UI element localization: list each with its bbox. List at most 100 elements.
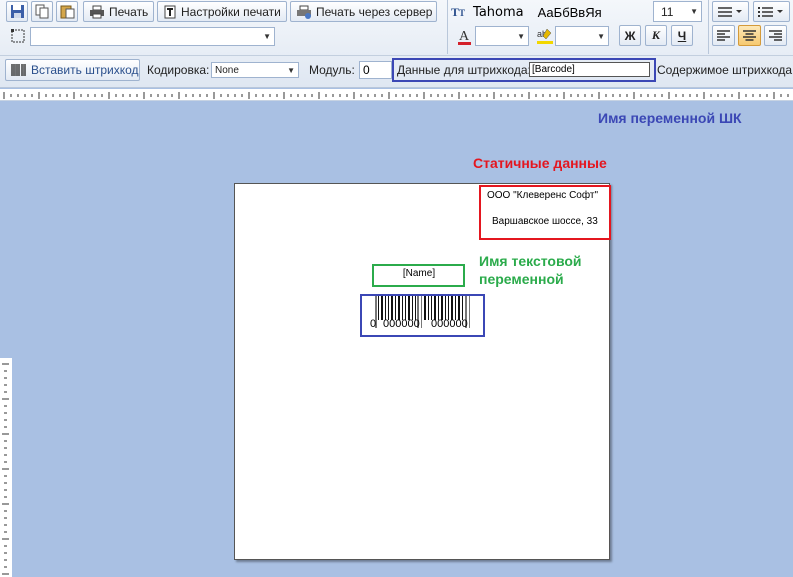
toolbar-separator xyxy=(0,55,793,56)
barcode-bar xyxy=(408,296,410,320)
highlight-color-select[interactable]: ▼ xyxy=(555,26,609,46)
barcode-bar xyxy=(424,296,426,320)
company-text[interactable]: ООО "Клеверенс Софт" xyxy=(487,190,598,201)
font-name-select[interactable]: TT Tahoma АаБбВвЯя xyxy=(451,2,647,22)
barcode-bar xyxy=(455,296,456,320)
print-label: Печать xyxy=(109,4,149,19)
text-color-select[interactable]: ▼ xyxy=(475,26,529,46)
address-text[interactable]: Варшавское шоссе, 33 xyxy=(492,216,598,227)
vertical-ruler xyxy=(0,358,12,577)
barcode-bar xyxy=(378,296,379,320)
chevron-down-icon: ▼ xyxy=(690,7,698,16)
align-right-icon xyxy=(769,30,782,41)
server-print-button[interactable]: Печать через сервер xyxy=(290,1,437,22)
group-divider xyxy=(447,0,448,54)
barcode-bar xyxy=(381,296,383,320)
print-settings-icon xyxy=(164,5,176,18)
print-settings-button[interactable]: Настройки печати xyxy=(157,1,287,22)
bullet-list-button[interactable] xyxy=(712,1,749,22)
bullet-list-icon xyxy=(718,6,742,17)
text-color-icon: A xyxy=(458,29,471,45)
align-center-button[interactable] xyxy=(738,25,761,46)
encoding-label: Кодировка: xyxy=(147,63,210,77)
highlight-color-button[interactable]: ab xyxy=(535,26,555,46)
barcode-bar xyxy=(458,296,460,320)
barcode-bar xyxy=(434,296,436,320)
print-settings-label: Настройки печати xyxy=(181,4,281,19)
font-preview: АаБбВвЯя xyxy=(537,4,602,20)
truetype-font-icon: TT xyxy=(451,4,466,19)
barcode-digits-right: 000000 xyxy=(431,318,468,330)
bold-label: Ж xyxy=(624,28,636,43)
encoding-value: None xyxy=(215,64,239,76)
barcode-bar xyxy=(441,296,443,320)
barcode-bar xyxy=(448,296,449,320)
module-label: Модуль: xyxy=(309,63,355,77)
barcode-bar xyxy=(395,296,396,320)
barcode-bar xyxy=(469,296,470,328)
barcode-bar xyxy=(445,296,446,320)
save-button[interactable] xyxy=(6,1,28,22)
barcode-bar xyxy=(402,296,403,320)
barcode-icon xyxy=(11,64,26,76)
horizontal-ruler xyxy=(0,89,793,101)
font-size-value: 11 xyxy=(661,4,674,19)
barcode-bar xyxy=(405,296,406,320)
barcode-bar xyxy=(391,296,393,320)
frame-select-icon[interactable] xyxy=(10,28,26,44)
underline-button[interactable]: Ч xyxy=(671,25,693,46)
object-select[interactable]: ▼ xyxy=(30,27,275,46)
barcode-content-label: Содержимое штрихкода: xyxy=(657,63,793,77)
numbered-list-icon xyxy=(758,6,783,17)
font-name: Tahoma xyxy=(473,4,524,20)
barcode-bar xyxy=(462,296,463,320)
align-left-icon xyxy=(717,30,730,41)
insert-barcode-label: Вставить штрихкод xyxy=(31,63,139,77)
align-center-icon xyxy=(743,30,756,41)
bold-button[interactable]: Ж xyxy=(619,25,641,46)
barcode-digits-left: 000000 xyxy=(383,318,420,330)
barcode-bar xyxy=(451,296,453,320)
italic-label: К xyxy=(651,28,661,42)
barcode-data-label: Данные для штрихкода: xyxy=(397,63,531,77)
paste-icon xyxy=(60,5,75,19)
chevron-down-icon: ▼ xyxy=(597,31,605,41)
copy-button[interactable] xyxy=(31,1,53,22)
barcode-image[interactable]: 0 000000 000000 xyxy=(365,296,480,334)
barcode-digit-prefix: 0 xyxy=(370,318,376,330)
barcode-bar xyxy=(431,296,432,320)
barcode-bar xyxy=(421,296,422,328)
barcode-bar xyxy=(415,296,416,320)
chevron-down-icon: ▼ xyxy=(263,32,271,41)
insert-barcode-button[interactable]: Вставить штрихкод xyxy=(5,59,140,81)
chevron-down-icon: ▼ xyxy=(287,65,295,75)
text-color-button[interactable]: A xyxy=(455,26,475,46)
name-field[interactable]: [Name] xyxy=(384,268,454,282)
barcode-bar xyxy=(438,296,439,320)
server-printer-icon xyxy=(297,5,311,19)
font-size-select[interactable]: 11 ▼ xyxy=(653,1,702,22)
server-print-label: Печать через сервер xyxy=(316,4,433,19)
chevron-down-icon: ▼ xyxy=(517,31,525,41)
print-button[interactable]: Печать xyxy=(83,1,154,22)
svg-text:A: A xyxy=(459,29,470,44)
barcode-bar xyxy=(388,296,389,320)
numbered-list-button[interactable] xyxy=(753,1,790,22)
barcode-data-input[interactable] xyxy=(529,62,650,77)
barcode-bar xyxy=(385,296,386,320)
align-left-button[interactable] xyxy=(712,25,735,46)
annotation-text-variable-line1: Имя текстовой xyxy=(479,253,582,269)
copy-icon xyxy=(35,4,49,19)
group-divider xyxy=(708,0,709,54)
module-input[interactable] xyxy=(359,61,392,79)
highlight-icon: ab xyxy=(537,28,553,44)
printer-icon xyxy=(90,5,104,18)
annotation-text-variable-line2: переменной xyxy=(479,271,564,287)
barcode-bar xyxy=(398,296,400,320)
encoding-select[interactable]: None ▼ xyxy=(211,62,299,78)
annotation-barcode-variable: Имя переменной ШК xyxy=(598,110,742,126)
annotation-static-data: Статичные данные xyxy=(473,155,607,171)
align-right-button[interactable] xyxy=(764,25,787,46)
paste-button[interactable] xyxy=(56,1,78,22)
italic-button[interactable]: К xyxy=(645,25,667,46)
